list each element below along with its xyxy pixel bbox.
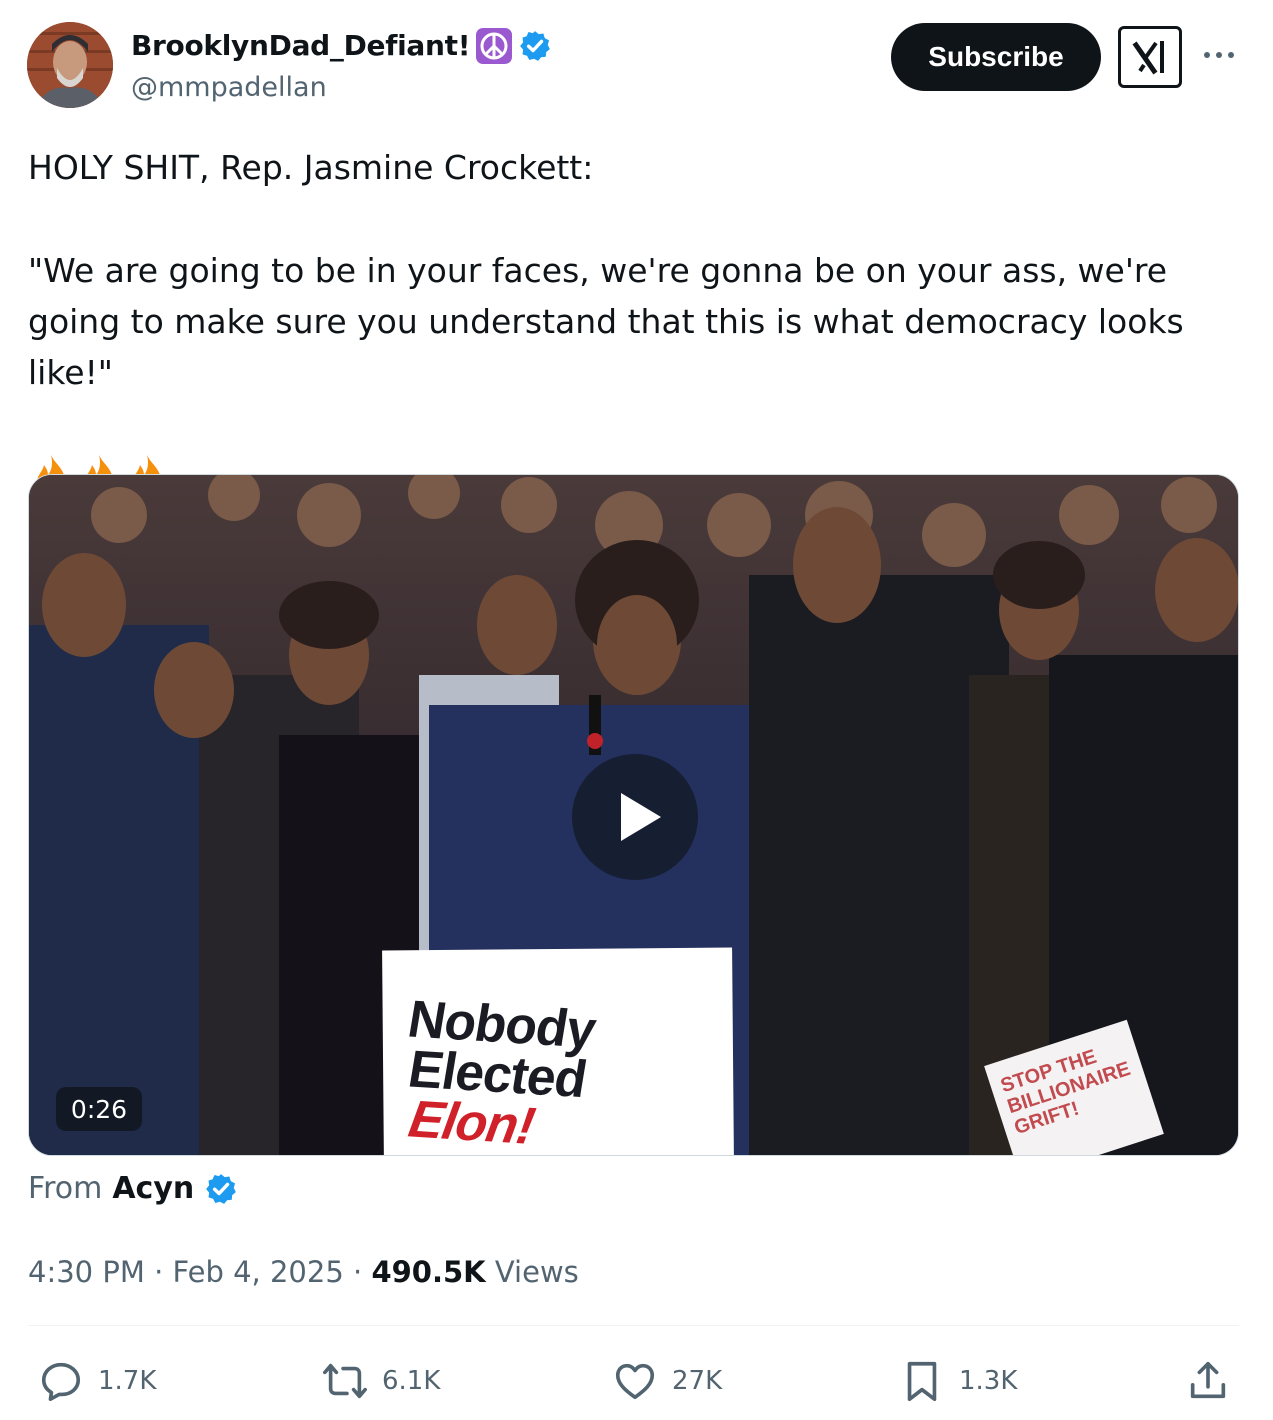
bookmark-icon: [907, 1361, 937, 1402]
subscribe-button[interactable]: Subscribe: [891, 23, 1101, 91]
reply-count: 1.7K: [98, 1366, 157, 1396]
heart-icon: [615, 1363, 655, 1400]
like-count: 27K: [672, 1366, 723, 1396]
reply-button[interactable]: 1.7K: [38, 1352, 156, 1410]
author-display-name[interactable]: BrooklynDad_Defiant!: [131, 29, 471, 63]
play-button[interactable]: [572, 754, 698, 880]
tweet-quote: "We are going to be in your faces, we're…: [28, 251, 1195, 392]
tweet-text: HOLY SHIT, Rep. Jasmine Crockett: "We ar…: [28, 142, 1243, 500]
repost-button[interactable]: 6.1K: [322, 1352, 440, 1410]
share-button[interactable]: [1185, 1352, 1231, 1410]
more-options-icon[interactable]: [1199, 40, 1239, 70]
share-icon: [1190, 1361, 1226, 1399]
meta-separator: ·: [154, 1255, 164, 1289]
views-label: Views: [494, 1255, 579, 1289]
video-player[interactable]: Nobody Elected Elon! STOP THE BILLIONAIR…: [28, 474, 1239, 1156]
divider: [28, 1325, 1239, 1326]
video-duration: 0:26: [56, 1087, 142, 1131]
tweet-metadata: 4:30 PM · Feb 4, 2025 · 490.5K Views: [28, 1252, 579, 1292]
reply-icon: [41, 1362, 81, 1402]
tweet-time[interactable]: 4:30 PM: [28, 1255, 145, 1289]
verified-badge-icon: [204, 1172, 238, 1206]
bookmark-button[interactable]: 1.3K: [899, 1352, 1017, 1410]
views-count[interactable]: 490.5K: [371, 1255, 485, 1289]
like-button[interactable]: 27K: [612, 1352, 722, 1410]
repost-icon: [323, 1363, 367, 1399]
author-avatar[interactable]: [27, 22, 113, 108]
author-display-name-row[interactable]: BrooklynDad_Defiant!: [131, 28, 552, 64]
action-bar: 1.7K 6.1K 27K 1.3K: [28, 1352, 1239, 1410]
author-handle[interactable]: @mmpadellan: [131, 72, 552, 104]
grok-icon[interactable]: [1118, 26, 1182, 88]
source-name[interactable]: Acyn: [112, 1168, 194, 1210]
verified-badge-icon[interactable]: [518, 29, 552, 63]
bookmark-count: 1.3K: [959, 1366, 1018, 1396]
play-icon: [621, 793, 661, 841]
tweet-header: BrooklynDad_Defiant! @mmpadellan Subscri…: [27, 22, 1240, 112]
peace-symbol-icon: [476, 28, 513, 64]
repost-count: 6.1K: [382, 1366, 441, 1396]
author-name-block: BrooklynDad_Defiant! @mmpadellan: [131, 28, 552, 104]
source-prefix: From: [28, 1171, 103, 1206]
video-source: From Acyn: [28, 1168, 238, 1210]
tweet-date[interactable]: Feb 4, 2025: [173, 1255, 344, 1289]
tweet-text-line: HOLY SHIT, Rep. Jasmine Crockett:: [28, 148, 594, 187]
protest-sign: Nobody Elected Elon!: [382, 947, 734, 1155]
meta-separator: ·: [353, 1255, 363, 1289]
